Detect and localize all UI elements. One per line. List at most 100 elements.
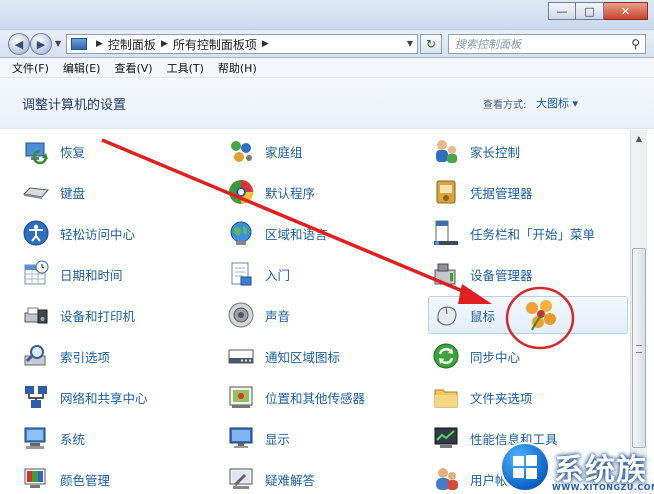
item-indexing-options[interactable]: 索引选项	[22, 337, 192, 375]
item-label: 区域和语言	[265, 226, 328, 242]
item-region-language[interactable]: 区域和语言	[227, 214, 417, 252]
control-panel-icon	[71, 38, 87, 50]
item-label: 显示	[265, 431, 291, 447]
menu-file[interactable]: 文件(F)	[12, 60, 49, 76]
region-language-icon	[230, 221, 252, 245]
item-device-manager[interactable]: 设备管理器	[432, 255, 627, 293]
item-label: 任务栏和「开始」菜单	[470, 226, 596, 242]
item-display[interactable]: 显示	[227, 419, 417, 457]
recovery-icon	[25, 142, 48, 165]
menu-edit[interactable]: 编辑(E)	[63, 60, 101, 76]
item-location-sensors[interactable]: 位置和其他传感器	[227, 378, 417, 416]
refresh-button[interactable]: ↻	[420, 34, 442, 54]
forward-button[interactable]: ▶	[30, 33, 52, 55]
item-color-management[interactable]: 颜色管理	[22, 460, 192, 494]
item-parental-controls[interactable]: 家长控制	[432, 132, 627, 170]
item-notification-area[interactable]: 通知区域图标	[227, 337, 417, 375]
title-bar: — □ ✕	[0, 0, 654, 30]
item-sync-center[interactable]: 同步中心	[432, 337, 627, 375]
menu-tools[interactable]: 工具(T)	[167, 60, 204, 76]
item-label: 家长控制	[470, 144, 521, 160]
getting-started-icon	[231, 262, 252, 286]
device-manager-icon	[434, 263, 456, 285]
devices-printers-icon	[24, 307, 48, 324]
item-label: 默认程序	[265, 185, 316, 201]
item-default-programs[interactable]: 默认程序	[227, 173, 417, 211]
item-label: 通知区域图标	[265, 349, 341, 365]
address-bar: ◀ ▶ ▼ ▶ 控制面板 ▶ 所有控制面板项 ▶ ▼ ↻ 搜索控制面板 ⚲	[0, 30, 654, 58]
item-label: 设备管理器	[470, 267, 533, 283]
item-getting-started[interactable]: 入门	[227, 255, 417, 293]
network-sharing-icon	[25, 386, 47, 408]
item-keyboard[interactable]: 键盘	[22, 173, 192, 211]
item-network-sharing[interactable]: 网络和共享中心	[22, 378, 192, 416]
breadcrumb-separator[interactable]: ▶	[262, 39, 269, 49]
refresh-icon: ↻	[425, 37, 437, 51]
troubleshooting-icon	[229, 468, 253, 489]
breadcrumb-separator[interactable]: ▶	[96, 39, 103, 49]
item-date-time[interactable]: 日期和时间	[22, 255, 192, 293]
item-mouse[interactable]: 鼠标	[428, 296, 628, 334]
homegroup-icon	[231, 141, 252, 162]
content-header: 调整计算机的设置 查看方式: 大图标 ▾	[0, 79, 654, 129]
credential-manager-icon	[436, 180, 456, 204]
date-time-icon	[24, 260, 49, 285]
page-title: 调整计算机的设置	[22, 98, 127, 113]
recent-pages-dropdown[interactable]: ▼	[55, 39, 61, 48]
minimize-button[interactable]: —	[548, 2, 576, 20]
search-icon[interactable]: ⚲	[631, 37, 640, 51]
item-label: 轻松访问中心	[60, 226, 136, 242]
item-label: 日期和时间	[60, 267, 123, 283]
view-by-label: 查看方式:	[483, 100, 527, 111]
indexing-options-icon	[24, 345, 46, 366]
location-sensors-icon	[229, 386, 253, 408]
breadcrumb-control-panel[interactable]: 控制面板	[108, 36, 156, 53]
item-ease-of-access[interactable]: 轻松访问中心	[22, 214, 192, 252]
item-label: 同步中心	[470, 349, 521, 365]
watermark-url: WWW.XITONGZU.COM	[552, 483, 654, 492]
scroll-up-icon[interactable]: ▲	[631, 130, 647, 146]
back-button[interactable]: ◀	[8, 33, 30, 55]
item-label: 网络和共享中心	[60, 390, 148, 406]
item-system[interactable]: 系统	[22, 419, 192, 457]
item-label: 文件夹选项	[470, 390, 533, 406]
item-devices-printers[interactable]: 设备和打印机	[22, 296, 192, 334]
item-label: 恢复	[60, 144, 86, 160]
item-label: 设备和打印机	[60, 308, 136, 324]
item-recovery[interactable]: 恢复	[22, 132, 192, 170]
sync-center-icon	[433, 343, 459, 369]
menu-view[interactable]: 查看(V)	[114, 60, 152, 76]
search-input[interactable]: 搜索控制面板 ⚲	[448, 34, 646, 54]
keyboard-icon	[22, 187, 49, 199]
default-programs-icon	[229, 180, 253, 204]
grip-icon	[636, 345, 642, 353]
arrow-left-icon: ◀	[14, 37, 24, 51]
view-by-dropdown[interactable]: 大图标 ▾	[536, 95, 578, 111]
item-label: 声音	[265, 308, 291, 324]
breadcrumb-all-items[interactable]: 所有控制面板项	[173, 36, 257, 53]
color-management-icon	[24, 468, 46, 488]
item-label: 疑难解答	[265, 472, 316, 488]
item-folder-options[interactable]: 文件夹选项	[432, 378, 627, 416]
window-controls: — □ ✕	[548, 2, 648, 20]
item-label: 凭据管理器	[470, 185, 533, 201]
item-troubleshooting[interactable]: 疑难解答	[227, 460, 417, 494]
ease-of-access-icon	[23, 220, 49, 246]
item-sound[interactable]: 声音	[227, 296, 417, 334]
maximize-button[interactable]: □	[576, 2, 604, 20]
item-credential-manager[interactable]: 凭据管理器	[432, 173, 627, 211]
item-homegroup[interactable]: 家庭组	[227, 132, 417, 170]
parental-controls-icon	[436, 140, 457, 163]
address-dropdown-icon[interactable]: ▼	[407, 39, 413, 48]
windows-logo-icon	[500, 442, 550, 492]
sound-icon	[228, 302, 254, 328]
item-taskbar-start-menu[interactable]: 任务栏和「开始」菜单	[432, 214, 627, 252]
address-input[interactable]: ▶ 控制面板 ▶ 所有控制面板项 ▶ ▼	[66, 34, 418, 54]
menu-bar: 文件(F) 编辑(E) 查看(V) 工具(T) 帮助(H)	[0, 58, 654, 78]
breadcrumb-separator[interactable]: ▶	[161, 39, 168, 49]
search-placeholder: 搜索控制面板	[455, 38, 521, 51]
close-button[interactable]: ✕	[604, 2, 648, 20]
scroll-thumb[interactable]	[632, 248, 646, 448]
menu-help[interactable]: 帮助(H)	[218, 60, 257, 76]
item-label: 颜色管理	[60, 472, 111, 488]
